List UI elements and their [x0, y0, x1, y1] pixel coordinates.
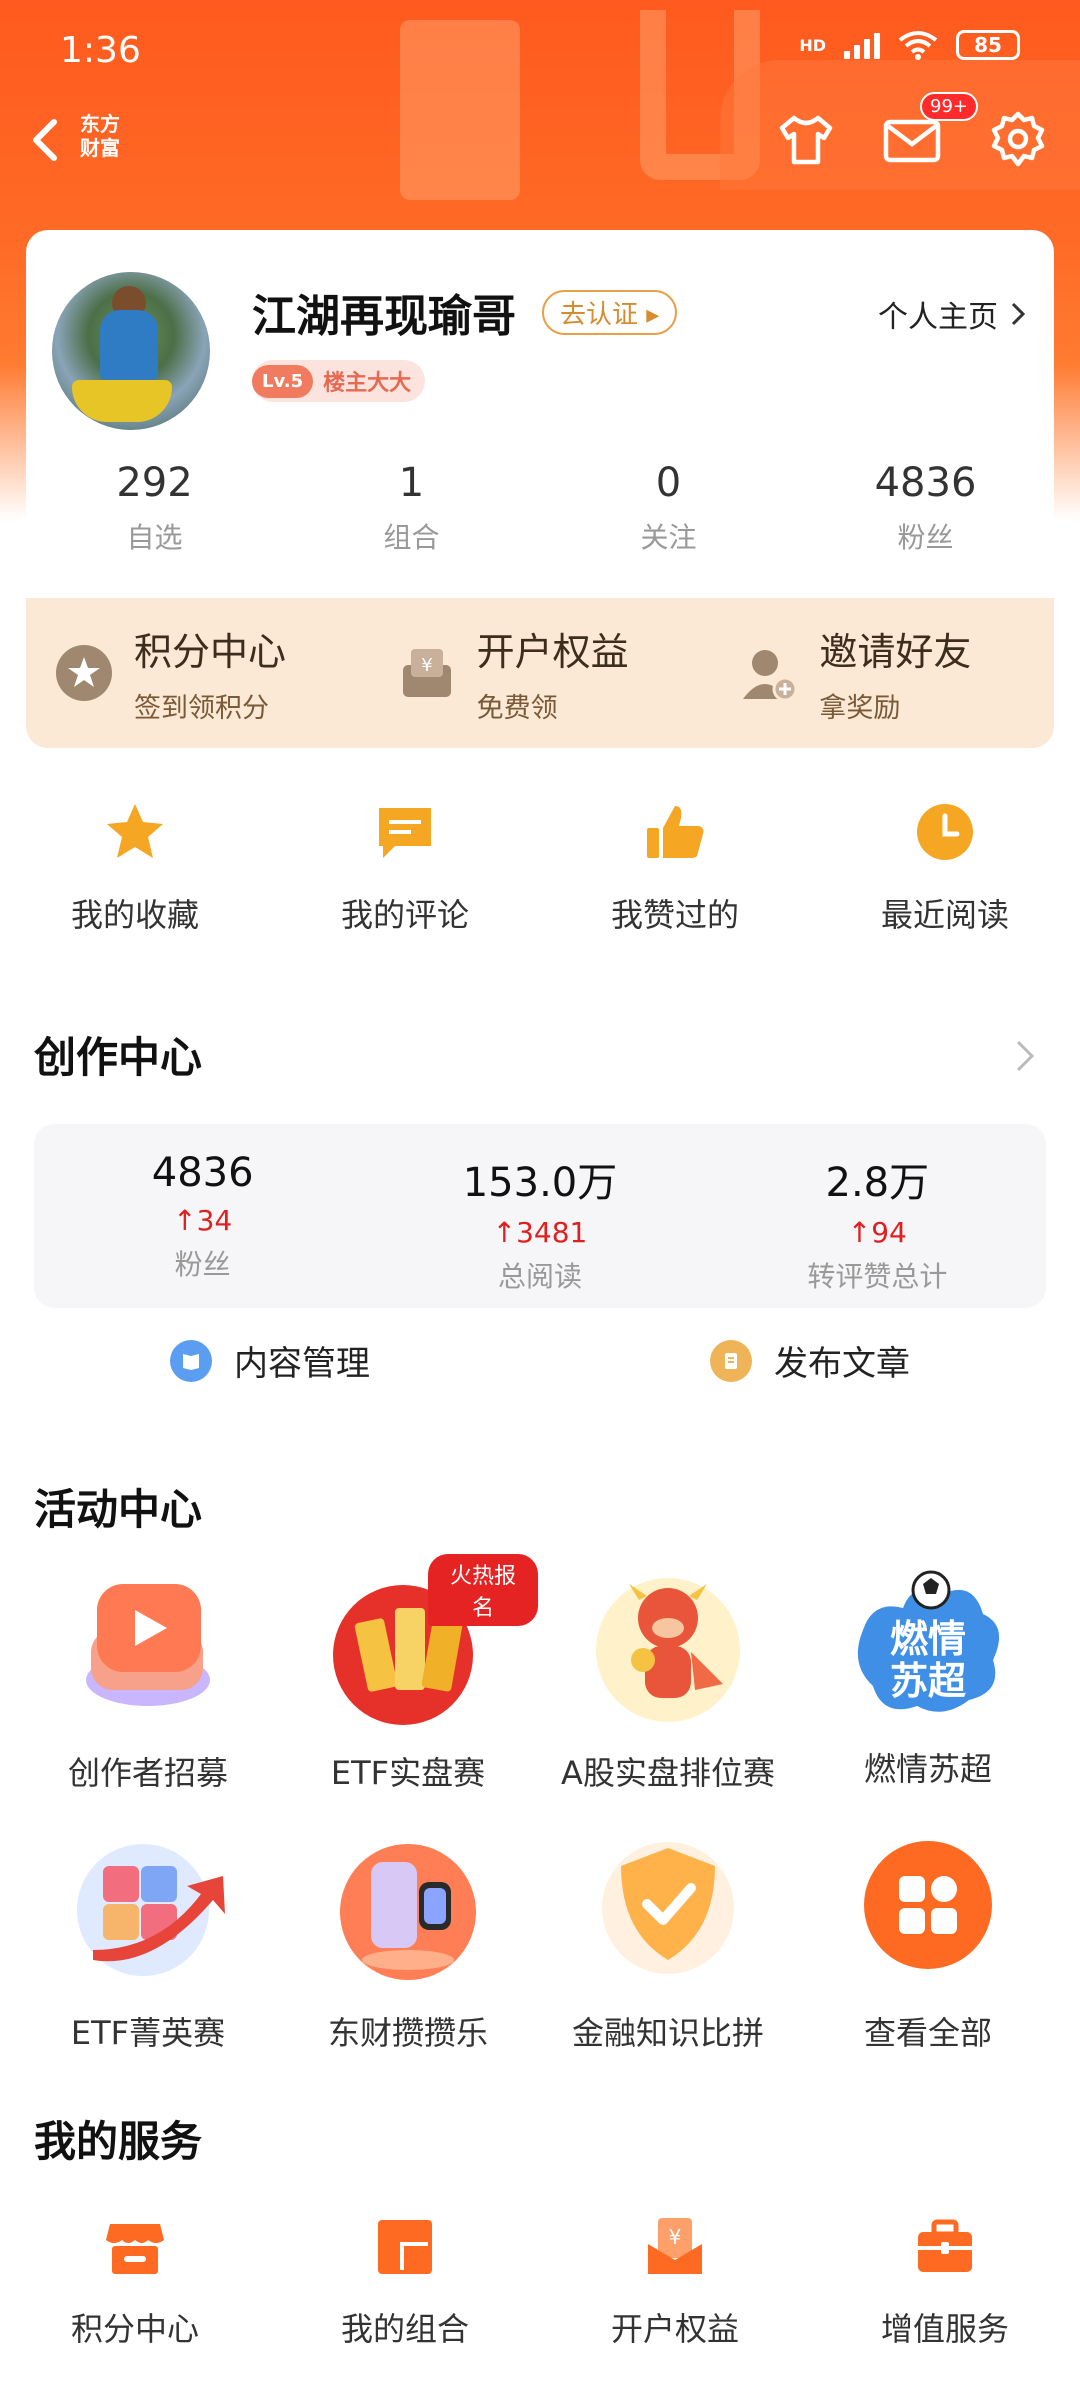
bull-mascot-icon [596, 1578, 740, 1722]
yen-box-icon: ¥ [402, 649, 451, 697]
creation-stat-followers[interactable]: 4836 ↑34 粉丝 [34, 1124, 371, 1308]
publish-article-button[interactable]: 发布文章 [540, 1336, 1080, 1385]
service-points-center[interactable]: 积分中心 [0, 2216, 270, 2350]
up-arrow-icon: ↑ [173, 1204, 197, 1237]
battery-icon: 85 [956, 30, 1020, 60]
stat-portfolio[interactable]: 1 组合 [283, 460, 540, 556]
skin-shirt-icon[interactable] [772, 106, 840, 174]
creation-center-title: 创作中心 [34, 1033, 203, 1082]
level-badge[interactable]: Lv.5 楼主大大 [252, 360, 426, 402]
service-account-opening[interactable]: ¥ 开户权益 [540, 2216, 810, 2350]
my-services-title: 我的服务 [34, 2117, 203, 2166]
settings-gear-icon[interactable] [984, 106, 1052, 174]
chevron-right-icon[interactable] [1010, 1036, 1040, 1076]
verify-button[interactable]: 去认证 ▸ [542, 290, 678, 335]
wifi-icon [898, 31, 938, 60]
service-my-portfolio[interactable]: 我的组合 [270, 2216, 540, 2350]
activity-row-2: ETF菁英赛 东财攒攒乐 金融知识比拼 查看全部 [0, 1820, 1080, 2054]
status-bar: 1:36 HD 85 [0, 0, 1080, 100]
star-icon [107, 804, 163, 858]
message-button[interactable]: 99+ [878, 92, 978, 174]
app-logo: 东方 财富 [80, 112, 120, 160]
mail-badge: 99+ [920, 92, 978, 121]
invite-user-icon [743, 650, 798, 702]
play-tiles-icon [86, 1584, 210, 1706]
yen-envelope-icon: ¥ [648, 2218, 702, 2274]
up-arrow-icon: ↑ [847, 1216, 872, 1249]
star-coin-icon [56, 645, 112, 701]
homepage-link[interactable]: 个人主页 [878, 292, 1026, 336]
recent-reading[interactable]: 最近阅读 [810, 800, 1080, 936]
back-arrow-icon[interactable] [18, 110, 78, 170]
my-comments[interactable]: 我的评论 [270, 800, 540, 936]
publish-article-icon [710, 1339, 752, 1382]
my-favorites[interactable]: 我的收藏 [0, 800, 270, 936]
status-icons: HD 85 [799, 30, 1020, 60]
hot-signup-badge: 火热报名 [428, 1554, 538, 1626]
svg-text:¥: ¥ [669, 2225, 682, 2249]
activity-save-fun[interactable]: 东财攒攒乐 [278, 1820, 538, 2054]
store-icon [106, 2224, 164, 2274]
my-likes[interactable]: 我赞过的 [540, 800, 810, 936]
cube-arrow-icon [77, 1844, 225, 1976]
status-time: 1:36 [60, 30, 141, 71]
activity-finance-quiz[interactable]: 金融知识比拼 [538, 1820, 798, 2054]
benefit-invite-friends[interactable]: 邀请好友 拿奖励 [711, 598, 1054, 748]
creation-stat-reads[interactable]: 153.0万 ↑3481 总阅读 [371, 1124, 708, 1308]
briefcase-icon [918, 2219, 972, 2272]
benefit-account-opening[interactable]: ¥ 开户权益 免费领 [369, 598, 712, 748]
stat-followers[interactable]: 4836 粉丝 [797, 460, 1054, 556]
level-chip: Lv.5 [252, 364, 314, 398]
avatar[interactable] [52, 272, 210, 430]
profile-stats: 292 自选 1 组合 0 关注 4836 粉丝 [26, 460, 1054, 556]
activity-creator-recruit[interactable]: 创作者招募 [18, 1560, 278, 1794]
chevron-right-icon [1011, 302, 1026, 326]
gadgets-icon [340, 1844, 476, 1980]
up-arrow-icon: ↑ [492, 1216, 517, 1249]
top-icons: 99+ [772, 92, 1052, 174]
creation-actions: 内容管理 发布文章 [0, 1336, 1080, 1385]
benefit-points-center[interactable]: 积分中心 签到领积分 [26, 598, 369, 748]
clock-icon [917, 804, 973, 860]
creation-stats-card: 4836 ↑34 粉丝 153.0万 ↑3481 总阅读 2.8万 ↑94 转评… [34, 1124, 1046, 1308]
benefits-strip: 积分中心 签到领积分 ¥ 开户权益 免费领 邀请好友 拿奖励 [26, 598, 1054, 748]
content-management-icon [170, 1339, 212, 1382]
top-bar: 东方 财富 99+ [0, 92, 1080, 180]
quick-actions: 我的收藏 我的评论 我赞过的 最近阅读 [0, 800, 1080, 936]
creation-stat-engagement[interactable]: 2.8万 ↑94 转评赞总计 [709, 1124, 1046, 1308]
stat-following[interactable]: 0 关注 [540, 460, 797, 556]
activity-etf-contest[interactable]: 火热报名 ETF实盘赛 [278, 1554, 538, 1794]
grid-apps-icon [864, 1841, 992, 1969]
svg-text:¥: ¥ [421, 655, 432, 676]
profile-card: 江湖再现瑜哥 去认证 ▸ Lv.5 楼主大大 个人主页 292 自选 1 组合 … [26, 230, 1054, 598]
shield-check-icon [602, 1842, 734, 1974]
comment-icon [379, 808, 431, 858]
activity-center-title: 活动中心 [34, 1485, 203, 1534]
username: 江湖再现瑜哥 [252, 291, 516, 342]
signal-icon [844, 31, 880, 59]
services-row: 积分中心 我的组合 ¥ 开户权益 增值服务 [0, 2216, 1080, 2350]
level-title: 楼主大大 [323, 371, 412, 396]
content-management-button[interactable]: 内容管理 [0, 1336, 540, 1385]
activity-etf-elite[interactable]: ETF菁英赛 [18, 1820, 278, 2054]
hd-label: HD [799, 35, 826, 55]
activity-suchao[interactable]: 燃情 苏超 燃情苏超 [798, 1560, 1058, 1794]
suchao-logo: 燃情 苏超 [843, 1560, 1013, 1730]
view-all-activities[interactable]: 查看全部 [798, 1820, 1058, 2054]
thumbs-up-icon [647, 806, 704, 858]
activity-a-share-ranking[interactable]: A股实盘排位赛 [538, 1560, 798, 1794]
activity-row-1: 创作者招募 火热报名 ETF实盘赛 A股实盘排位赛 燃情 苏超 燃情苏超 [0, 1554, 1080, 1794]
service-value-added[interactable]: 增值服务 [810, 2216, 1080, 2350]
stat-watchlist[interactable]: 292 自选 [26, 460, 283, 556]
portfolio-icon [378, 2220, 432, 2274]
